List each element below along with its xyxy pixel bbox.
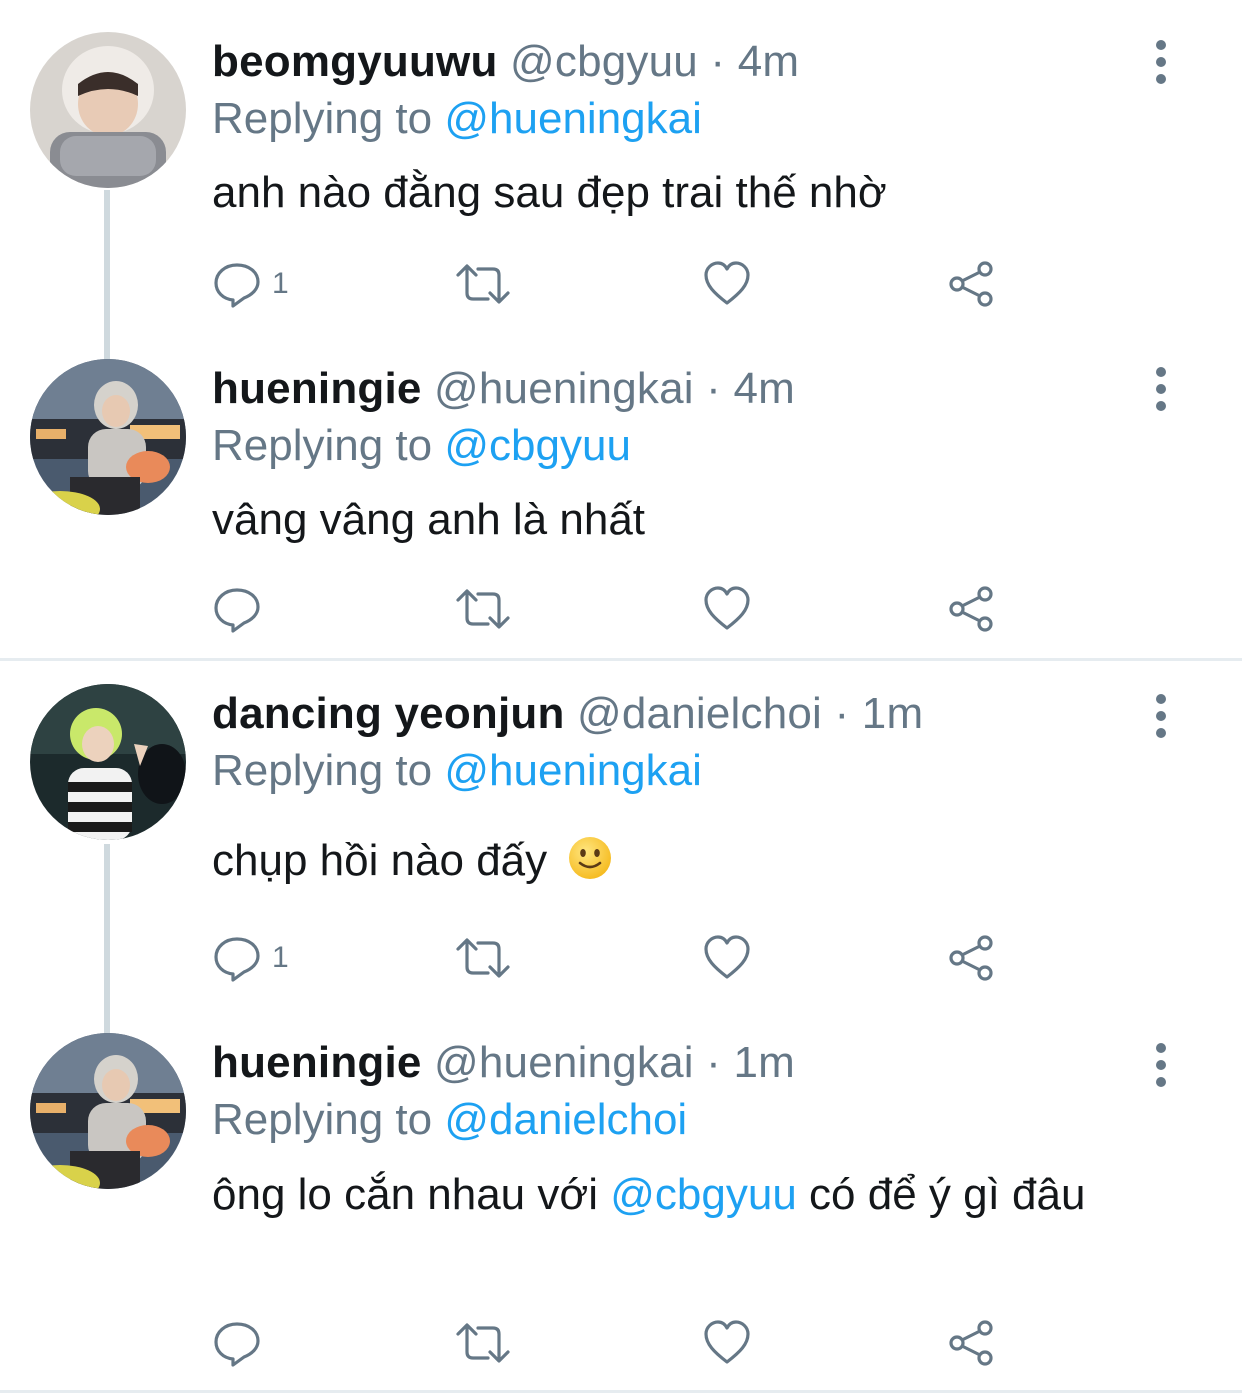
reply-bubble-icon [214, 937, 260, 982]
reply-button[interactable]: 1 [212, 932, 289, 984]
retweet-icon [456, 589, 510, 629]
tweet-actions: 1 [212, 932, 1032, 984]
reply-button[interactable] [212, 1317, 272, 1369]
display-name[interactable]: beomgyuuwu [212, 37, 498, 86]
replying-to: Replying to @danielchoi [212, 1096, 687, 1144]
display-name[interactable]: hueningie [212, 364, 422, 413]
replying-to-mention[interactable]: @danielchoi [444, 1095, 687, 1144]
user-handle[interactable]: @danielchoi [577, 689, 822, 738]
tweet-card[interactable]: hueningie @hueningkai · 4m Replying to @… [0, 327, 1242, 657]
avatar[interactable] [30, 32, 186, 188]
timestamp[interactable]: 1m [862, 689, 924, 738]
more-vertical-icon [1156, 694, 1166, 738]
share-icon [949, 1320, 993, 1366]
reply-bubble-icon [214, 263, 260, 308]
replying-to: Replying to @cbgyuu [212, 422, 631, 470]
replying-to-mention[interactable]: @hueningkai [444, 746, 702, 795]
separator-dot: · [706, 364, 722, 413]
more-vertical-icon [1156, 367, 1166, 411]
user-handle[interactable]: @cbgyuu [510, 37, 698, 86]
reply-bubble-icon [214, 588, 260, 633]
like-button[interactable] [702, 1317, 752, 1369]
timestamp[interactable]: 1m [733, 1038, 795, 1087]
tweet-header: dancing yeonjun @danielchoi · 1m [212, 690, 923, 738]
more-button[interactable] [1145, 1041, 1177, 1089]
timestamp[interactable]: 4m [733, 364, 795, 413]
replying-to-mention[interactable]: @cbgyuu [444, 421, 631, 470]
retweet-icon [456, 264, 510, 304]
reply-button[interactable]: 1 [212, 258, 289, 310]
heart-icon [704, 261, 750, 305]
replying-to-label: Replying to [212, 1095, 433, 1144]
reply-button[interactable] [212, 583, 272, 635]
replying-to-label: Replying to [212, 421, 433, 470]
share-button[interactable] [946, 1317, 996, 1369]
tweet-text-after: có để ý gì đâu [796, 1170, 1086, 1219]
like-button[interactable] [702, 258, 752, 310]
display-name[interactable]: hueningie [212, 1038, 422, 1087]
reply-count: 1 [272, 267, 289, 300]
retweet-button[interactable] [454, 1317, 512, 1369]
reply-bubble-icon [214, 1322, 260, 1367]
more-button[interactable] [1145, 38, 1177, 86]
slightly-smiling-face-icon [567, 835, 613, 894]
reply-count: 1 [272, 941, 289, 974]
thread-divider [0, 658, 1242, 661]
tweet-actions [212, 583, 1032, 635]
heart-icon [704, 935, 750, 979]
avatar[interactable] [30, 1033, 186, 1189]
bottom-divider [0, 1390, 1242, 1393]
more-button[interactable] [1145, 365, 1177, 413]
separator-dot: · [834, 689, 850, 738]
user-handle[interactable]: @hueningkai [434, 1038, 694, 1087]
share-icon [949, 586, 993, 632]
replying-to-mention[interactable]: @hueningkai [444, 94, 702, 143]
share-icon [949, 261, 993, 307]
replying-to: Replying to @hueningkai [212, 95, 702, 143]
separator-dot: · [710, 37, 726, 86]
avatar[interactable] [30, 684, 186, 840]
retweet-button[interactable] [454, 583, 512, 635]
tweet-header: beomgyuuwu @cbgyuu · 4m [212, 38, 799, 86]
tweet-actions [212, 1317, 1032, 1369]
tweet-text-before: ông lo cắn nhau với [212, 1170, 611, 1219]
retweet-button[interactable] [454, 932, 512, 984]
replying-to-label: Replying to [212, 746, 433, 795]
tweet-card[interactable]: beomgyuuwu @cbgyuu · 4m Replying to @hue… [0, 0, 1242, 360]
avatar[interactable] [30, 359, 186, 515]
share-button[interactable] [946, 932, 996, 984]
tweet-text: ông lo cắn nhau với @cbgyuu có để ý gì đ… [212, 1166, 1112, 1223]
share-button[interactable] [946, 258, 996, 310]
retweet-button[interactable] [454, 258, 512, 310]
replying-to: Replying to @hueningkai [212, 747, 702, 795]
display-name[interactable]: dancing yeonjun [212, 689, 565, 738]
tweet-card[interactable]: dancing yeonjun @danielchoi · 1m Replyin… [0, 676, 1242, 1034]
tweet-text-content: chụp hồi nào đấy [212, 836, 548, 885]
tweet-text: anh nào đằng sau đẹp trai thế nhờ [212, 168, 887, 217]
tweet-actions: 1 [212, 258, 1032, 310]
replying-to-label: Replying to [212, 94, 433, 143]
more-vertical-icon [1156, 1043, 1166, 1087]
tweet-card[interactable]: hueningie @hueningkai · 1m Replying to @… [0, 1003, 1242, 1393]
share-icon [949, 935, 993, 981]
tweet-header: hueningie @hueningkai · 1m [212, 1039, 795, 1087]
timestamp[interactable]: 4m [738, 37, 800, 86]
like-button[interactable] [702, 583, 752, 635]
heart-icon [704, 586, 750, 630]
more-vertical-icon [1156, 40, 1166, 84]
heart-icon [704, 1320, 750, 1364]
more-button[interactable] [1145, 692, 1177, 740]
tweet-text: chụp hồi nào đấy [212, 834, 1152, 894]
share-button[interactable] [946, 583, 996, 635]
tweet-text-mention[interactable]: @cbgyuu [610, 1170, 797, 1219]
tweet-header: hueningie @hueningkai · 4m [212, 365, 795, 413]
separator-dot: · [706, 1038, 722, 1087]
like-button[interactable] [702, 932, 752, 984]
user-handle[interactable]: @hueningkai [434, 364, 694, 413]
retweet-icon [456, 1323, 510, 1363]
tweet-text: vâng vâng anh là nhất [212, 495, 646, 544]
retweet-icon [456, 938, 510, 978]
